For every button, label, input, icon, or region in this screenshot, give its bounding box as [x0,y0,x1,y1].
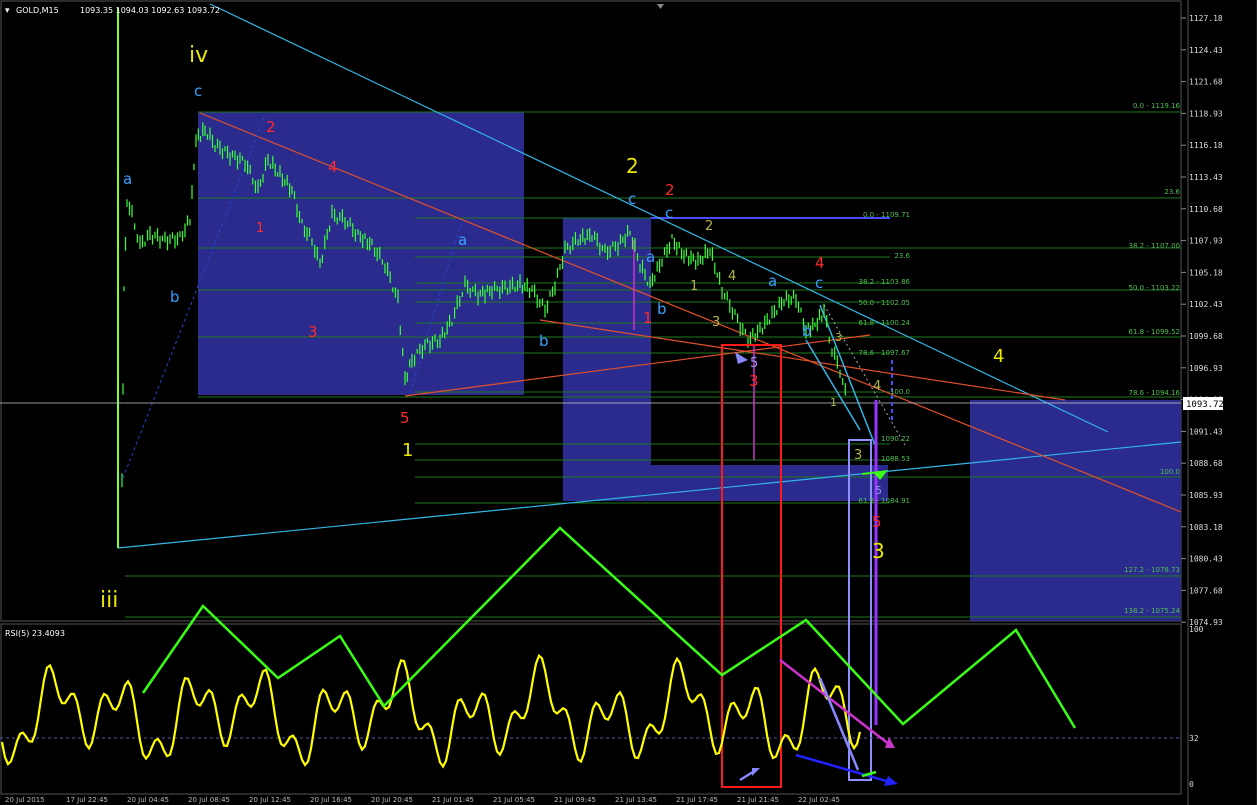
wave-label: a [646,248,655,266]
rsi-tick-label: 0 [1189,780,1194,789]
current-price-marker: 1093.72 [1183,397,1224,410]
time-tick-label: 21 Jul 09:45 [554,796,596,804]
wave-label: c [665,204,673,222]
time-tick-label: 21 Jul 01:45 [432,796,474,804]
price-tick-label: 1080.43 [1189,555,1223,564]
fib-label: 61.8 - 1100.24 [858,319,910,327]
wave-label: 3 [712,315,720,330]
price-tick-label: 1077.68 [1189,586,1223,595]
time-tick-label: 17 Jul 22:45 [66,796,108,804]
wave-label: 4 [993,346,1004,367]
price-tick-label: 1116.18 [1189,141,1223,150]
wave-label: 4 [728,269,736,284]
price-tick-label: 1107.93 [1189,237,1223,246]
wave-label: iv [189,43,208,68]
price-tick-label: 1118.93 [1189,109,1223,118]
wave-label: 3 [749,372,759,390]
fib-label: 78.6 - 1094.16 [1128,389,1180,397]
fib-label: 61.8 - 1099.52 [1128,328,1180,336]
wave-label: 1 [256,221,264,236]
price-tick-label: 1124.43 [1189,46,1223,55]
fib-label: 38.2 - 1107.00 [1128,242,1180,250]
price-tick-label: 1088.68 [1189,459,1223,468]
wave-label: 1 [690,279,698,294]
wave-label: 2 [626,154,639,178]
price-tick-label: 1091.43 [1189,427,1223,436]
fib-label: 61.8 - 1084.91 [858,497,910,505]
quote-label: 1093.35 1094.03 1092.63 1093.72 [80,6,220,15]
wave-label: b [802,322,812,340]
time-tick-label: 21 Jul 05:45 [493,796,535,804]
fib-label: 100.0 [890,388,910,396]
wave-label: 1 [830,396,837,409]
wave-label: iii [100,588,118,613]
wave-label: 3 [854,448,862,463]
fib-label: 78.6 - 1097.67 [858,349,910,357]
fib-label: 1088.53 [881,455,910,463]
current-price-label: 1093.72 [1186,400,1224,410]
time-tick-label: 21 Jul 21:45 [737,796,779,804]
time-tick-label: 21 Jul 17:45 [676,796,718,804]
price-tick-label: 1099.68 [1189,332,1223,341]
wave-label: 3 [872,539,885,563]
fib-label: 50.0 - 1102.05 [858,299,910,307]
wave-label: 4 [328,158,338,176]
time-tick-label: 21 Jul 13:45 [615,796,657,804]
wave-label: 1 [402,440,413,461]
time-tick-label: 20 Jul 08:45 [188,796,230,804]
wave-label: c [628,190,636,208]
wave-label: 2 [266,118,276,136]
fib-label: 23.6 [1164,188,1180,196]
wave-label: 2 [665,181,675,199]
fib-label: 38.2 - 1103.86 [858,278,910,286]
wave-label: 3 [308,323,318,341]
time-tick-label: 20 Jul 04:45 [127,796,169,804]
wave-label: b [657,300,667,318]
rsi-tick-label: 100 [1189,625,1204,634]
wave-label: 4 [873,379,881,394]
wave-label: a [123,170,132,188]
wave-label: b [170,288,180,306]
time-tick-label: 20 Jul 2015 [5,796,45,804]
price-tick-label: 1121.68 [1189,78,1223,87]
fib-label: 1090.22 [881,435,910,443]
wave-label: b [539,332,549,350]
fib-label: 127.2 - 1078.73 [1124,566,1180,574]
wave-label: 4 [815,254,825,272]
wave-label: 5 [872,513,882,531]
wave-label: 5 [875,484,882,497]
price-tick-label: 1102.43 [1189,300,1223,309]
symbol-label: GOLD,M15 [16,6,59,15]
fib-label: 0.0 - 1109.71 [863,211,910,219]
fib-label: 0.0 - 1119.16 [1133,102,1181,110]
svg-text:▾: ▾ [5,6,10,16]
wave-label: 5 [750,356,758,371]
wave-label: a [458,231,467,249]
fib-label: 23.6 [894,252,910,260]
price-tick-label: 1105.18 [1189,268,1223,277]
wave-label: c [815,274,823,292]
price-tick-label: 1110.68 [1189,205,1223,214]
price-tick-label: 1113.43 [1189,173,1223,182]
price-tick-label: 1127.18 [1189,14,1223,23]
rsi-header-label: RSI(5) 23.4093 [5,629,65,638]
wave-label: c [194,82,202,100]
time-tick-label: 20 Jul 20:45 [371,796,413,804]
time-tick-label: 20 Jul 12:45 [249,796,291,804]
fib-label: 138.2 - 1075.24 [1124,607,1181,615]
rsi-tick-label: 32 [1189,734,1199,743]
wave-label: 2 [705,219,713,234]
time-tick-label: 20 Jul 16:45 [310,796,352,804]
wave-label: 3 [835,331,842,344]
price-tick-label: 1085.93 [1189,491,1223,500]
wave-label: a [768,272,777,290]
wave-label: 5 [400,409,410,427]
trading-chart-window[interactable]: 1127.18 1124.43 1121.68 1118.93 1116.18 1113.… [0,0,1257,805]
price-tick-label: 1083.18 [1189,523,1223,532]
time-tick-label: 22 Jul 02:45 [798,796,840,804]
price-tick-label: 1096.93 [1189,364,1223,373]
fib-label: 100.0 [1160,468,1180,476]
fib-label: 50.0 - 1103.22 [1128,284,1180,292]
wave-label: 1 [643,309,653,327]
